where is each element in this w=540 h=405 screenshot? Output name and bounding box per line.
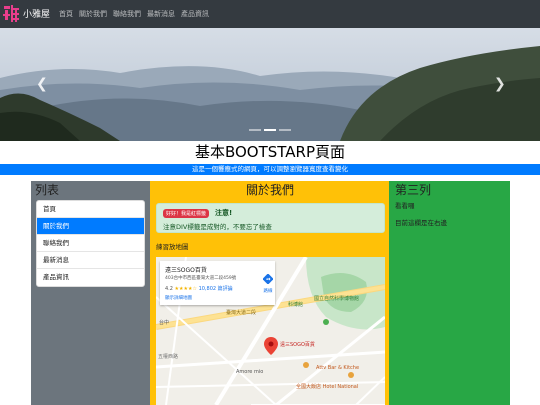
list-item-about[interactable]: 關於我們 [37,218,144,235]
map-pin-icon[interactable] [264,337,278,355]
page-title: 基本BOOTSTARP頁面 [194,143,346,161]
brand-logo[interactable] [3,4,20,24]
middle-column: 關於我們 好好！我是紅標籤 注意! 注意DIV標籤是成對的，不要忘了檢查 練習放… [150,181,389,405]
list-item-contact[interactable]: 聯絡我們 [37,235,144,252]
nav-item-about[interactable]: 關於我們 [79,9,107,19]
carousel-slide-image [0,28,540,141]
map-place-name: 遠三SOGO百貨 [165,267,207,274]
map-label-amore: Amore mio [236,369,264,375]
map-place-card: 遠三SOGO百貨 403台中市西區臺灣大道二段459號 4.2 ★★★★☆ 10… [160,261,275,305]
list-group: 首頁 關於我們 聯絡我們 最新消息 產品資訊 [36,200,145,287]
nav-item-contact[interactable]: 聯絡我們 [113,9,141,19]
left-column: 列表 首頁 關於我們 聯絡我們 最新消息 產品資訊 [31,181,150,405]
map-label-hotel: 全國大飯店 Hotel National [296,384,359,390]
map-label-attv: Attv Bar & Kitche [316,365,360,371]
left-column-heading: 列表 [35,183,60,197]
nav-item-products[interactable]: 產品資訊 [181,9,209,19]
alert-text: 注意DIV標籤是成對的，不要忘了檢查 [163,223,272,231]
alert-heading: 注意! [215,209,233,217]
carousel-indicator-3[interactable] [279,129,291,131]
danger-badge: 好好！我是紅標籤 [163,209,210,218]
list-item-products[interactable]: 產品資訊 [37,269,144,286]
map-pin-label: 遠三SOGO百貨 [280,342,315,348]
map-place-rating: 4.2 ★★★★☆ 10,802 篇評論 [165,285,233,292]
embedded-map[interactable]: 國立自然科學博物館 科博館 台中 Amore mio Attv Bar & Ki… [156,257,385,405]
map-directions-button[interactable]: 路線 [260,269,276,294]
right-column: 第三列 看看囉 目前這欄是在右邊 [389,181,510,405]
success-alert: 好好！我是紅標籤 注意! 注意DIV標籤是成對的，不要忘了檢查 [156,203,385,233]
nav-item-home[interactable]: 首頁 [59,9,73,19]
carousel-indicator-2[interactable] [264,129,276,131]
map-label-wuquan: 五權西路 [158,354,179,360]
carousel: ❮ ❯ [0,28,540,141]
carousel-indicator-1[interactable] [249,129,261,131]
map-label-road: 臺灣大道二段 [226,310,257,316]
chevron-right-icon[interactable]: ❯ [494,76,506,92]
right-column-heading: 第三列 [395,183,432,197]
navbar: 小雅屋 首頁 關於我們 聯絡我們 最新消息 產品資訊 [0,0,540,28]
brand-name[interactable]: 小雅屋 [23,7,50,20]
map-label-kebo: 科博館 [288,302,304,308]
map-rating-value: 4.2 [165,286,173,292]
map-larger-link[interactable]: 顯示詳細地圖 [165,295,192,301]
right-text-2: 目前這欄是在右邊 [395,219,447,227]
directions-label: 路線 [263,289,273,294]
page-subtitle: 這是一個響應式的網頁，可以調整瀏覽器寬度查看變化 [0,164,540,175]
directions-icon [262,273,274,285]
map-label: 練習放地圖 [156,243,189,251]
middle-column-heading: 關於我們 [246,183,295,197]
nav-item-news[interactable]: 最新消息 [147,9,175,19]
list-item-news[interactable]: 最新消息 [37,252,144,269]
map-label-taichung: 台中 [159,320,170,326]
map-review-count[interactable]: 10,802 篇評論 [199,286,233,292]
right-text-1: 看看囉 [395,202,415,210]
map-place-address: 403台中市西區臺灣大道二段459號 [165,276,237,281]
list-item-home[interactable]: 首頁 [37,201,144,218]
map-rating-stars: ★★★★☆ [174,286,197,292]
map-label-museum: 國立自然科學博物館 [314,296,360,302]
chevron-left-icon[interactable]: ❮ [36,76,48,92]
